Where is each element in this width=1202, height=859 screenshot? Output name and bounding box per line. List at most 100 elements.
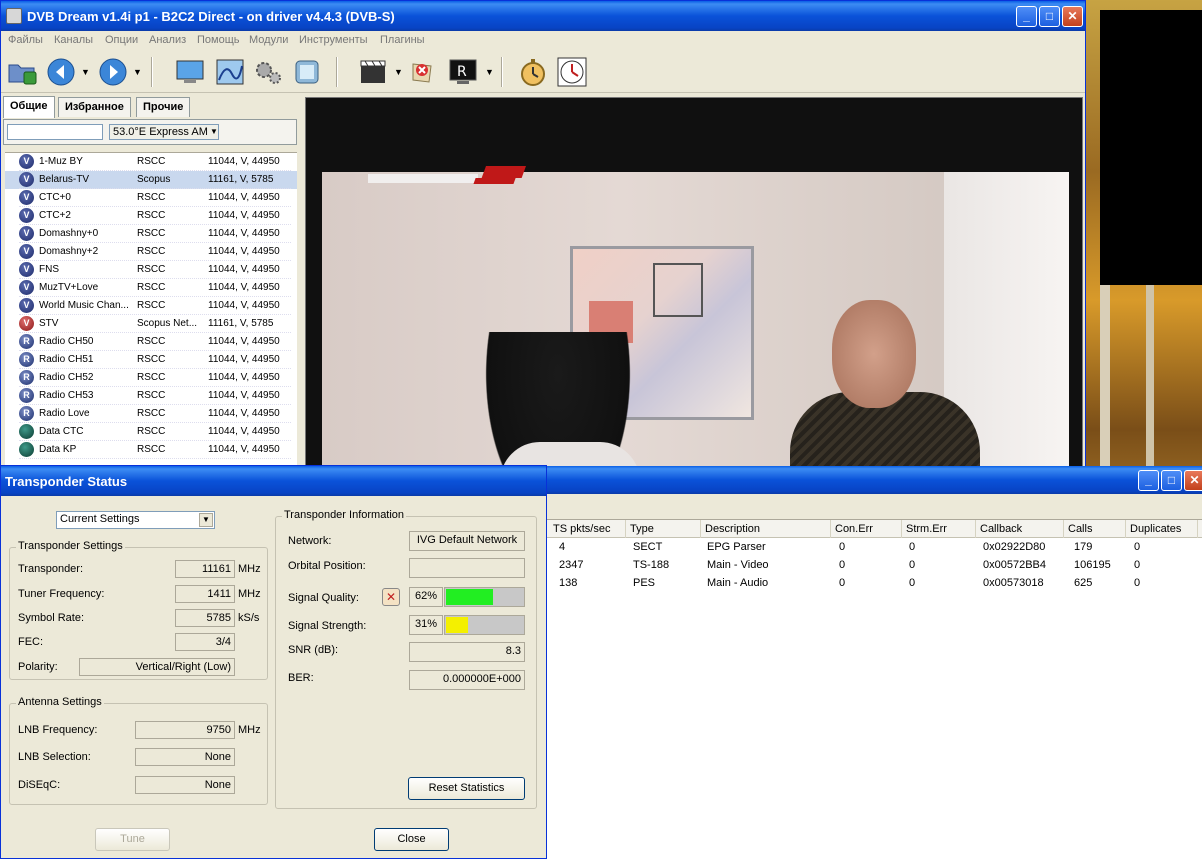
video-channel-icon: V [19,172,34,187]
maximize-button[interactable]: □ [1039,6,1060,27]
mute-speaker-icon[interactable]: ✕ [382,588,400,606]
menu-analysis[interactable]: Анализ [149,34,186,46]
col-strm-err[interactable]: Strm.Err [902,520,976,538]
snapshot-icon[interactable] [291,56,323,88]
stats-row[interactable]: 2347 TS-188 Main - Video 0 0 0x00572BB4 106195… [547,557,1202,575]
tune-button[interactable]: Tune [95,828,170,851]
tab-general[interactable]: Общие [3,96,55,118]
spectrum-icon[interactable] [214,56,246,88]
close-button[interactable]: Close [374,828,449,851]
stopwatch-icon[interactable] [517,56,549,88]
back-icon[interactable] [45,56,77,88]
tuner-frequency-label: Tuner Frequency: [18,588,105,600]
dialog-title: Transponder Status [5,474,128,489]
stats-close-button[interactable]: ✕ [1184,470,1202,491]
channel-row[interactable]: V MuzTV+Love RSCC 11044, V, 44950 [5,279,297,297]
menu-channels[interactable]: Каналы [54,34,93,46]
satellite-dropdown-icon[interactable]: ▼ [210,127,218,136]
network-label: Network: [288,535,332,547]
stats-cell: Main - Video [707,559,769,571]
channel-provider: RSCC [137,228,166,239]
channel-name: Radio CH53 [39,390,94,401]
stats-titlebar[interactable]: _ □ ✕ [547,466,1202,494]
tab-favorites[interactable]: Избранное [58,97,131,117]
col-callback[interactable]: Callback [976,520,1064,538]
channel-row[interactable]: V FNS RSCC 11044, V, 44950 [5,261,297,279]
symbol-rate-label: Symbol Rate: [18,612,85,624]
orbital-position-label: Orbital Position: [288,560,366,572]
channel-row[interactable]: R Radio Love RSCC 11044, V, 44950 [5,405,297,423]
video-channel-icon: V [19,208,34,223]
transponder-unit: MHz [238,563,261,575]
channel-row[interactable]: V CTC+2 RSCC 11044, V, 44950 [5,207,297,225]
tab-other[interactable]: Прочие [136,97,191,117]
stats-maximize-button[interactable]: □ [1161,470,1182,491]
channel-row[interactable]: V Belarus-TV Scopus 11161, V, 5785 [5,171,297,189]
channel-row[interactable]: R Radio CH52 RSCC 11044, V, 44950 [5,369,297,387]
menu-modules[interactable]: Модули [249,34,288,46]
video-channel-icon: V [19,316,34,331]
combo-arrow-icon[interactable]: ▼ [199,513,213,527]
channel-row[interactable]: Data CTC RSCC 11044, V, 44950 [5,423,297,441]
panel-splitter[interactable] [298,95,304,471]
col-type[interactable]: Type [626,520,701,538]
transponder-titlebar[interactable]: Transponder Status [1,466,546,496]
menu-tools[interactable]: Инструменты [299,34,368,46]
stats-cell: 0x02922D80 [983,541,1046,553]
menu-options[interactable]: Опции [105,34,138,46]
back-dropdown-icon[interactable]: ▼ [81,67,90,77]
clock-icon[interactable] [556,56,588,88]
clapperboard-icon[interactable] [357,56,389,88]
forward-icon[interactable] [97,56,129,88]
settings-combo[interactable]: Current Settings ▼ [56,511,215,529]
stats-cell: 0 [1134,559,1141,571]
reset-statistics-button[interactable]: Reset Statistics [408,777,525,800]
signal-strength-fill [446,617,469,633]
menu-help[interactable]: Помощь [197,34,240,46]
transponder-info-label: Transponder Information [282,509,407,521]
menu-plugins[interactable]: Плагины [380,34,425,46]
col-con-err[interactable]: Con.Err [831,520,902,538]
channel-row[interactable]: R Radio CH50 RSCC 11044, V, 44950 [5,333,297,351]
channel-provider: RSCC [137,210,166,221]
settings-gears-icon[interactable] [252,56,284,88]
record-dropdown-icon[interactable]: ▼ [485,67,494,77]
channel-transponder: 11044, V, 44950 [208,282,280,293]
channel-row[interactable]: V STV Scopus Net... 11161, V, 5785 [5,315,297,333]
channel-row[interactable]: Data KP RSCC 11044, V, 44950 [5,441,297,459]
channel-row[interactable]: V Domashny+0 RSCC 11044, V, 44950 [5,225,297,243]
transponder-value: 11161 [175,560,235,578]
video-display[interactable] [305,97,1083,542]
close-window-button[interactable]: ✕ [1062,6,1083,27]
col-ts-pkts[interactable]: TS pkts/sec [549,520,626,538]
channel-row[interactable]: R Radio CH51 RSCC 11044, V, 44950 [5,351,297,369]
delete-icon[interactable] [407,56,439,88]
stats-row[interactable]: 4 SECT EPG Parser 0 0 0x02922D80 179 0 [547,539,1202,557]
tv-screen-icon[interactable] [174,56,206,88]
channel-row[interactable]: V 1-Muz BY RSCC 11044, V, 44950 [5,153,297,171]
channel-provider: Scopus Net... [137,318,198,329]
record-icon[interactable]: R [447,56,479,88]
orbital-position-value [409,558,525,578]
channel-row[interactable]: V CTC+0 RSCC 11044, V, 44950 [5,189,297,207]
main-titlebar[interactable]: DVB Dream v1.4i p1 - B2C2 Direct - on dr… [1,1,1085,31]
channel-filter-input[interactable] [7,124,103,140]
minimize-button[interactable]: _ [1016,6,1037,27]
menu-files[interactable]: Файлы [8,34,43,46]
channel-row[interactable]: R Radio CH53 RSCC 11044, V, 44950 [5,387,297,405]
app-icon[interactable] [6,8,22,24]
col-description[interactable]: Description [701,520,831,538]
stats-row[interactable]: 138 PES Main - Audio 0 0 0x00573018 625 0 [547,575,1202,593]
channel-provider: RSCC [137,300,166,311]
transponder-settings-group: Transponder Settings Transponder: 11161 … [9,540,268,680]
channel-name: Radio CH52 [39,372,94,383]
satellite-select[interactable]: 53.0°E Express AM [109,124,219,140]
open-folder-icon[interactable] [6,56,38,88]
col-calls[interactable]: Calls [1064,520,1126,538]
stats-minimize-button[interactable]: _ [1138,470,1159,491]
clapperboard-dropdown-icon[interactable]: ▼ [394,67,403,77]
forward-dropdown-icon[interactable]: ▼ [133,67,142,77]
col-duplicates[interactable]: Duplicates [1126,520,1198,538]
channel-row[interactable]: V World Music Chan... RSCC 11044, V, 44950 [5,297,297,315]
channel-row[interactable]: V Domashny+2 RSCC 11044, V, 44950 [5,243,297,261]
